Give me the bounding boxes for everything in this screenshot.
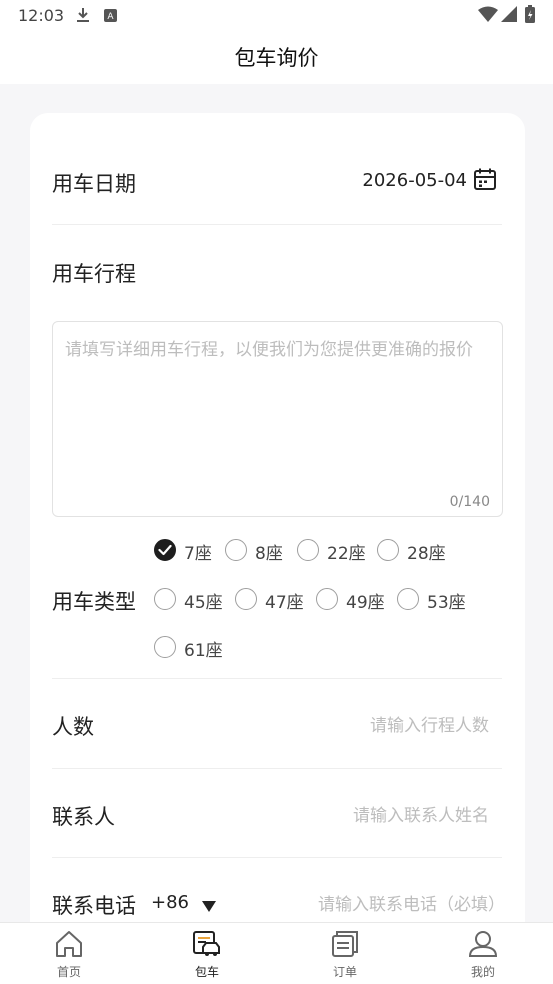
radio-unchecked-icon[interactable] <box>154 636 176 658</box>
nav-label: 订单 <box>332 965 357 979</box>
trip-placeholder: 请填写详细用车行程，以便我们为您提供更准确的报价 <box>65 340 473 360</box>
radio-checked-icon[interactable] <box>154 539 176 561</box>
vehicle-type-label: 用车类型 <box>52 590 136 614</box>
contact-name-input[interactable]: 请输入联系人姓名 <box>353 801 489 826</box>
home-icon <box>54 929 84 963</box>
status-bar: 12:03 A <box>0 0 553 30</box>
inquiry-form-card: 用车日期 2026-05-04 用车行程 请填写详细用车行程，以便我们为您提供更… <box>30 113 525 953</box>
contact-label: 联系人 <box>52 805 115 829</box>
page-title: 包车询价 <box>234 46 319 70</box>
orders-icon <box>330 929 360 963</box>
wifi-icon <box>478 6 498 26</box>
calendar-icon[interactable] <box>473 167 497 195</box>
radio-unchecked-icon[interactable] <box>154 588 176 610</box>
seat-option-label: 49座 <box>346 593 385 613</box>
country-code-select[interactable]: +86 <box>151 892 189 913</box>
nav-item-profile[interactable]: 我的 <box>443 923 523 984</box>
seat-option-label: 8座 <box>255 544 283 564</box>
nav-item-home[interactable]: 首页 <box>29 923 109 984</box>
bottom-nav: 首页 包车 订单 我的 <box>0 922 553 984</box>
trip-textarea[interactable]: 请填写详细用车行程，以便我们为您提供更准确的报价 0/140 <box>52 321 503 517</box>
date-value[interactable]: 2026-05-04 <box>362 170 467 191</box>
chevron-down-icon[interactable] <box>202 897 216 916</box>
seat-option-label: 45座 <box>184 593 223 613</box>
radio-unchecked-icon[interactable] <box>316 588 338 610</box>
battery-icon <box>525 5 535 27</box>
header: 包车询价 <box>0 30 553 84</box>
people-label: 人数 <box>52 715 94 739</box>
seat-option-label: 61座 <box>184 641 223 661</box>
trip-char-counter: 0/140 <box>449 494 490 510</box>
bus-icon <box>192 929 222 963</box>
nav-item-charter[interactable]: 包车 <box>167 923 247 984</box>
profile-icon <box>468 929 498 963</box>
nav-label: 我的 <box>470 965 495 979</box>
seat-option-label: 28座 <box>407 544 446 564</box>
radio-unchecked-icon[interactable] <box>397 588 419 610</box>
trip-label: 用车行程 <box>52 262 136 286</box>
phone-input[interactable]: 请输入联系电话（必填） <box>318 890 505 915</box>
radio-unchecked-icon[interactable] <box>297 539 319 561</box>
radio-unchecked-icon[interactable] <box>377 539 399 561</box>
status-time: 12:03 <box>18 6 65 25</box>
nav-item-orders[interactable]: 订单 <box>305 923 385 984</box>
radio-unchecked-icon[interactable] <box>225 539 247 561</box>
phone-label: 联系电话 <box>52 894 136 918</box>
download-icon <box>76 7 90 27</box>
seat-option-label: 22座 <box>327 544 366 564</box>
radio-unchecked-icon[interactable] <box>235 588 257 610</box>
divider <box>52 224 502 225</box>
nav-label: 首页 <box>56 965 81 979</box>
divider <box>52 678 502 679</box>
svg-text:A: A <box>107 12 114 22</box>
divider <box>52 768 502 769</box>
seat-option-label: 47座 <box>265 593 304 613</box>
people-input[interactable]: 请输入行程人数 <box>370 711 489 736</box>
app-notification-icon: A <box>104 7 117 26</box>
divider <box>52 857 502 858</box>
date-label: 用车日期 <box>52 172 136 196</box>
seat-option-label: 53座 <box>427 593 466 613</box>
nav-label: 包车 <box>194 965 219 979</box>
seat-option-label: 7座 <box>184 544 212 564</box>
signal-icon <box>501 6 517 26</box>
